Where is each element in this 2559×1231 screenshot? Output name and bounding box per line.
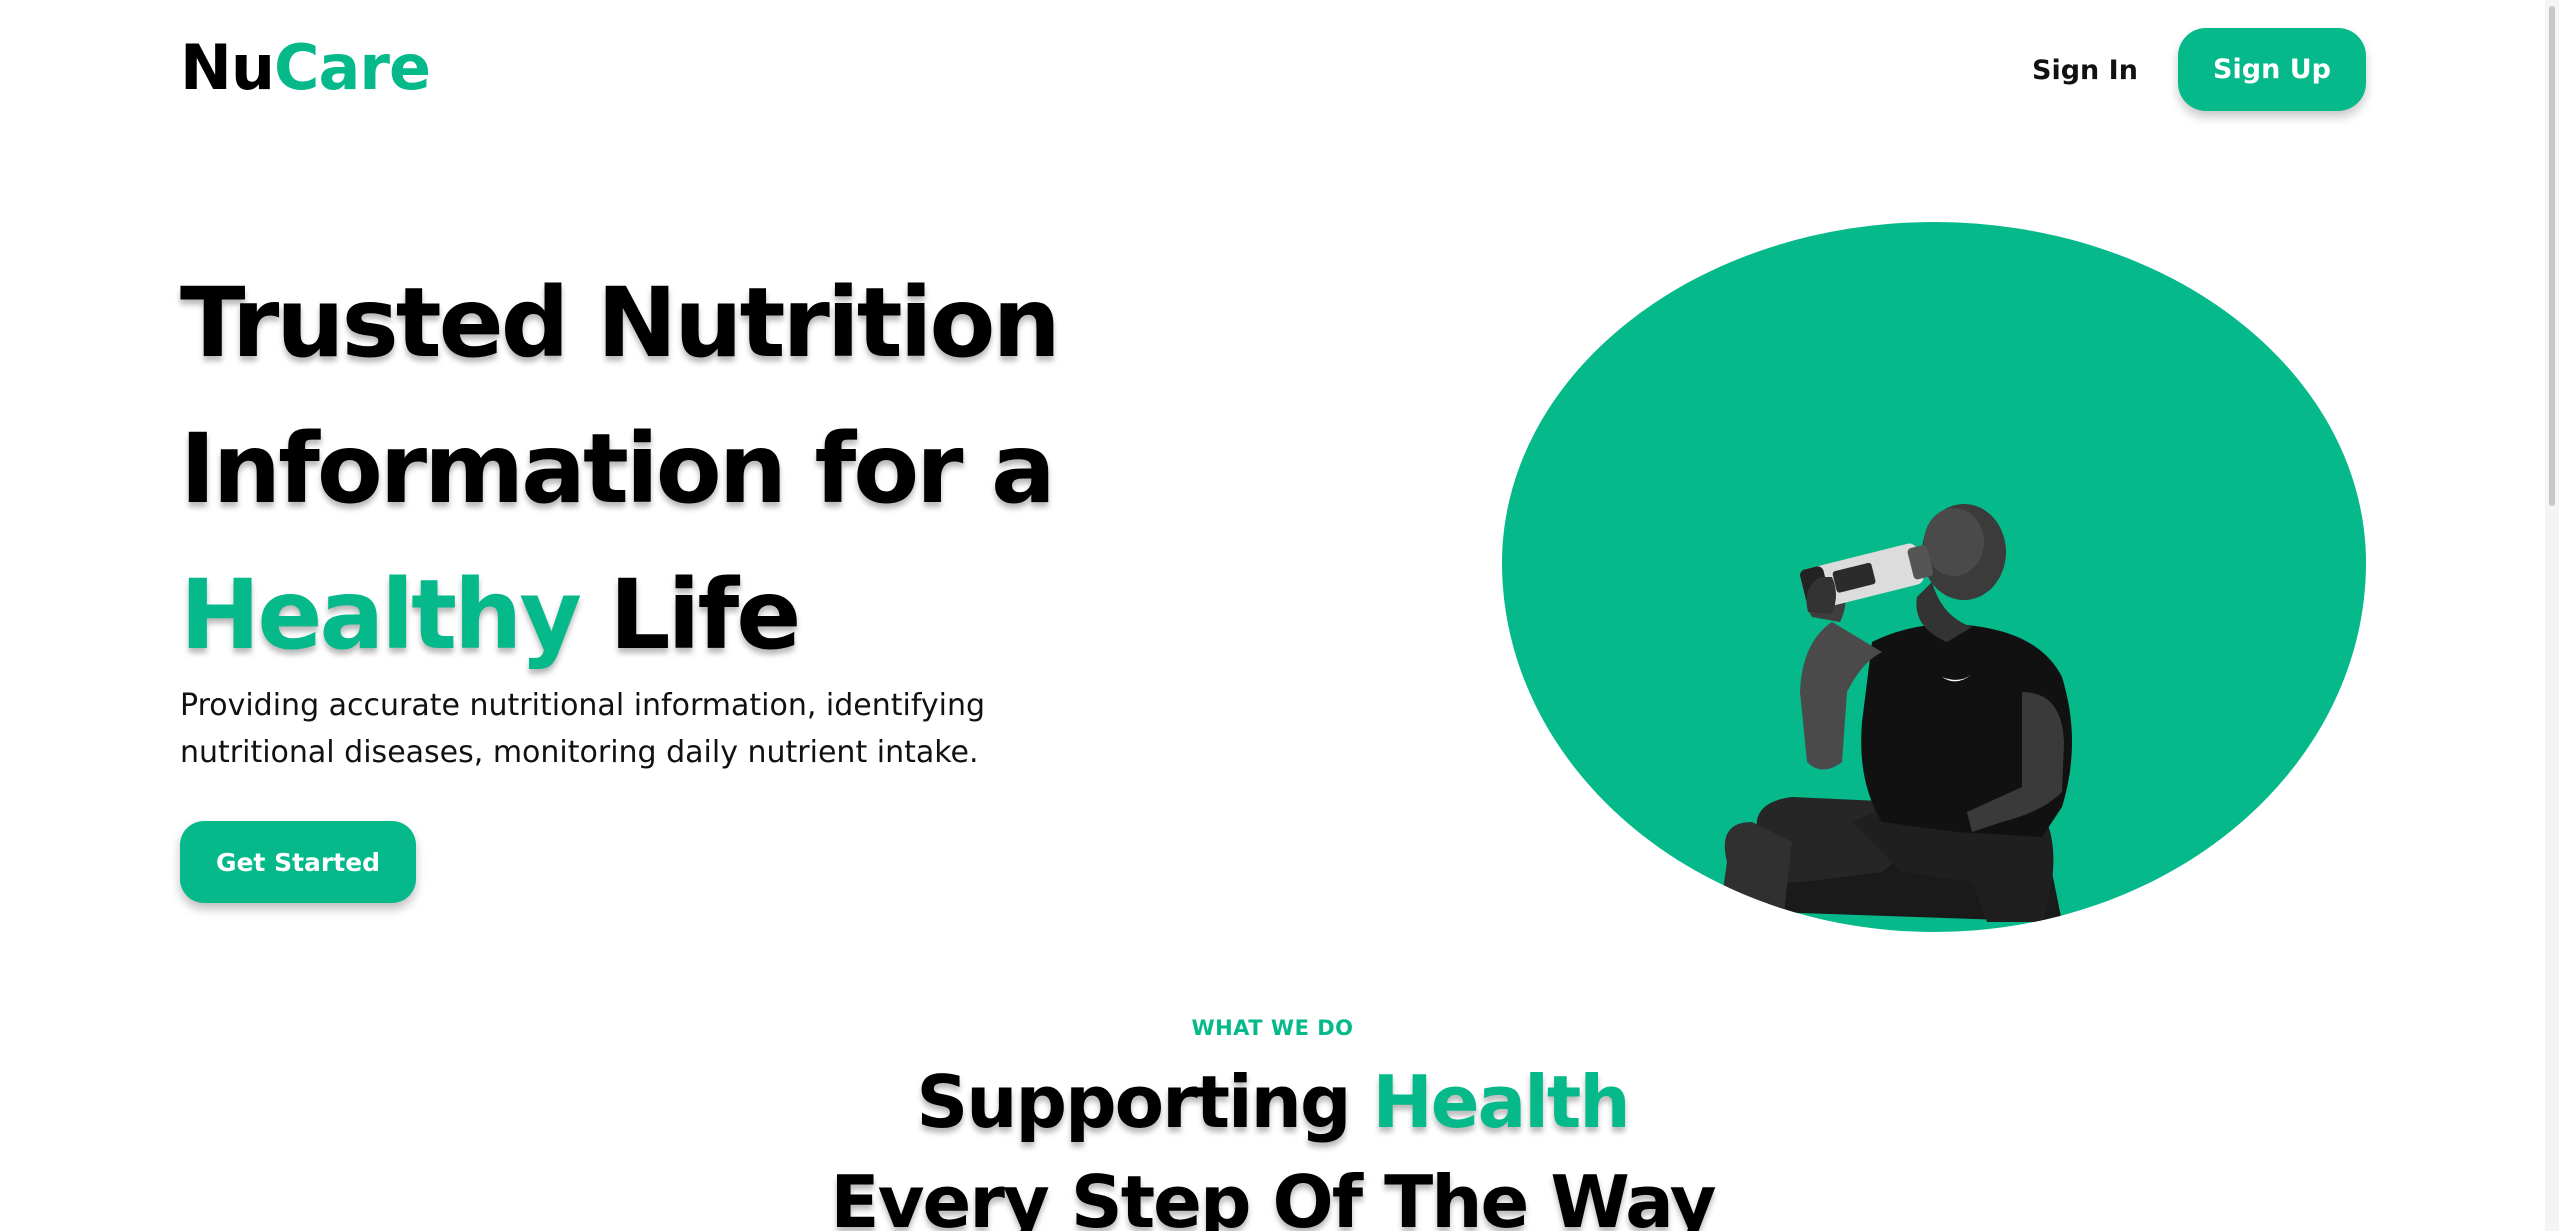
section-title-text: Supporting (916, 1060, 1373, 1144)
section-title-line-2: Every Step Of The Way (830, 1160, 1716, 1231)
hero-title-line-3: Healthy Life (180, 542, 1180, 688)
sign-in-link[interactable]: Sign In (2010, 28, 2160, 112)
hero-title-line-2: Information for a (180, 413, 1056, 525)
hero-description: Providing accurate nutritional informati… (180, 688, 986, 770)
hero-title-highlight: Healthy (180, 559, 582, 671)
section-title-line-1: Supporting Health (0, 1052, 2545, 1152)
sign-up-button[interactable]: Sign Up (2178, 28, 2366, 111)
athlete-drinking-shaker-image (1717, 504, 2072, 932)
logo-text-nu: Nu (180, 31, 275, 104)
get-started-button[interactable]: Get Started (180, 821, 416, 903)
section-title: Supporting Health Every Step Of The Way (0, 1052, 2545, 1231)
section-eyebrow: WHAT WE DO (1191, 1016, 1354, 1040)
hero-image-container (1502, 222, 2366, 932)
hero-title-rest: Life (578, 559, 801, 671)
section-title-highlight: Health (1372, 1060, 1631, 1144)
logo-text-care: Care (274, 31, 431, 104)
logo[interactable]: NuCare (180, 30, 431, 106)
landing-page: NuCare Sign In Sign Up Trusted Nutrition… (0, 0, 2559, 1231)
hero-title: Trusted Nutrition Information for a Heal… (180, 250, 1180, 688)
scrollbar-thumb[interactable] (2549, 6, 2555, 506)
hero-title-line-1: Trusted Nutrition (180, 267, 1061, 379)
